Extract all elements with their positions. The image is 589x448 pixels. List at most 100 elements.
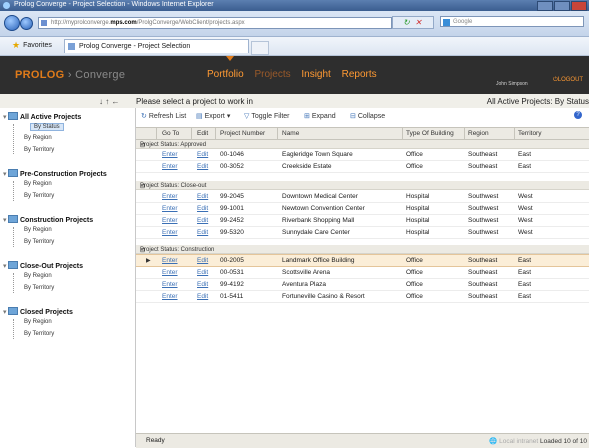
export-button[interactable]: ▤ Export ▾ [196, 112, 230, 120]
table-row[interactable]: Enter Edit 99-5320 Sunnydale Care Center… [136, 227, 589, 239]
tree-item-by-region[interactable]: By Region [24, 135, 52, 141]
edit-link[interactable]: Edit [197, 151, 208, 158]
tree-item-by-territory[interactable]: By Territory [24, 285, 54, 291]
tree-item-by-territory[interactable]: By Territory [24, 331, 54, 337]
cell-territory: East [518, 269, 532, 276]
arrow-left-icon[interactable]: ← [111, 97, 119, 106]
table-row[interactable]: Enter Edit 00-0531 Scottsville Arena Off… [136, 267, 589, 279]
nav-portfolio[interactable]: Portfolio [207, 69, 244, 80]
logout-link[interactable]: ⏻LOGOUT [553, 77, 583, 84]
tree-group-all-active[interactable]: ▾ All Active Projects [3, 112, 81, 121]
enter-link[interactable]: Enter [162, 257, 178, 264]
cell-project-number: 99-1001 [220, 205, 244, 212]
refresh-list-button[interactable]: ↻ Refresh List [141, 112, 186, 120]
cell-project-number: 00-3052 [220, 163, 244, 170]
close-button[interactable] [571, 1, 587, 11]
tree-item-by-territory[interactable]: By Territory [24, 193, 54, 199]
collapse-button[interactable]: ⊟ Collapse [350, 112, 385, 120]
tree-group-close-out[interactable]: ▾ Close-Out Projects [3, 261, 83, 270]
tree-item-by-region[interactable]: By Region [24, 181, 52, 187]
enter-link[interactable]: Enter [162, 217, 178, 224]
cell-name: Eagleridge Town Square [282, 151, 353, 158]
arrow-up-icon[interactable]: ↑ [105, 97, 109, 106]
col-region[interactable]: Region [468, 130, 489, 137]
tree-group-construction[interactable]: ▾ Construction Projects [3, 215, 93, 224]
edit-link[interactable]: Edit [197, 257, 208, 264]
forward-button[interactable] [20, 17, 33, 30]
group-row[interactable]: ⊟ Project Status: Construction [136, 245, 589, 254]
edit-link[interactable]: Edit [197, 205, 208, 212]
enter-link[interactable]: Enter [162, 205, 178, 212]
edit-link[interactable]: Edit [197, 229, 208, 236]
table-row[interactable]: Enter Edit 99-2045 Downtown Medical Cent… [136, 191, 589, 203]
edit-link[interactable]: Edit [197, 193, 208, 200]
app-header: PROLOG › Converge Portfolio Projects Ins… [0, 56, 589, 94]
filter-icon: ▽ [244, 113, 250, 120]
edit-link[interactable]: Edit [197, 163, 208, 170]
enter-link[interactable]: Enter [162, 269, 178, 276]
folder-icon [8, 261, 18, 269]
favorites-button[interactable]: ★ Favorites [12, 41, 52, 50]
search-box[interactable]: Google [440, 16, 584, 27]
table-row[interactable]: Enter Edit 99-4192 Aventura Plaza Office… [136, 279, 589, 291]
tree-item-by-status[interactable]: By Status [30, 123, 64, 131]
folder-icon [8, 112, 18, 120]
help-icon[interactable]: ? [574, 111, 582, 119]
col-type-of-building[interactable]: Type Of Building [406, 130, 454, 137]
minimize-button[interactable] [537, 1, 553, 11]
edit-link[interactable]: Edit [197, 217, 208, 224]
expand-button[interactable]: ⊞ Expand [304, 112, 336, 120]
maximize-button[interactable] [554, 1, 570, 11]
table-row[interactable]: Enter Edit 99-2452 Riverbank Shopping Ma… [136, 215, 589, 227]
group-row[interactable]: ⊟ Project Status: Approved [136, 140, 589, 149]
tree-item-by-territory[interactable]: By Territory [24, 147, 54, 153]
enter-link[interactable]: Enter [162, 151, 178, 158]
tree-group-label: Closed Projects [20, 309, 73, 316]
folder-icon [8, 307, 18, 315]
refresh-icon[interactable]: ↻ [403, 19, 410, 27]
cell-region: Southeast [468, 293, 498, 300]
table-row[interactable]: Enter Edit 00-1046 Eagleridge Town Squar… [136, 149, 589, 161]
col-territory[interactable]: Territory [518, 130, 541, 137]
enter-link[interactable]: Enter [162, 293, 178, 300]
tree-item-by-territory[interactable]: By Territory [24, 239, 54, 245]
enter-link[interactable]: Enter [162, 163, 178, 170]
col-goto[interactable]: Go To [162, 130, 179, 137]
select-project-prompt: Please select a project to work in [136, 97, 253, 106]
enter-link[interactable]: Enter [162, 281, 178, 288]
browser-tab[interactable]: Prolog Converge - Project Selection [64, 39, 249, 53]
tree-item-by-region[interactable]: By Region [24, 319, 52, 325]
table-row-selected[interactable]: ▶ Enter Edit 00-2005 Landmark Office Bui… [136, 254, 589, 267]
export-label: Export [204, 113, 225, 120]
address-path: /ProlgConverge/WebClient/projects.aspx [136, 20, 245, 26]
table-row[interactable]: Enter Edit 99-1001 Newtown Convention Ce… [136, 203, 589, 215]
back-button[interactable] [4, 15, 20, 31]
col-project-number[interactable]: Project Number [220, 130, 265, 137]
nav-projects[interactable]: Projects [254, 69, 290, 80]
main-nav: Portfolio Projects Insight Reports [207, 69, 385, 80]
nav-reports[interactable]: Reports [342, 69, 377, 80]
row-selected-indicator-icon: ▶ [146, 258, 151, 264]
group-row[interactable]: ⊟ Project Status: Close-out [136, 181, 589, 190]
new-tab-button[interactable] [251, 41, 269, 55]
nav-insight[interactable]: Insight [301, 69, 330, 80]
address-field[interactable]: http://myprolconverge.mps.com/ProlgConve… [38, 17, 392, 29]
zone-icon: 🌐 [489, 438, 498, 445]
tree-group-pre-construction[interactable]: ▾ Pre-Construction Projects [3, 169, 107, 178]
col-name[interactable]: Name [282, 130, 299, 137]
stop-icon[interactable]: ✕ [415, 19, 422, 27]
edit-link[interactable]: Edit [197, 269, 208, 276]
toggle-filter-button[interactable]: ▽ Toggle Filter [244, 112, 290, 120]
col-edit[interactable]: Edit [197, 130, 208, 137]
tree-item-by-region[interactable]: By Region [24, 227, 52, 233]
tree-group-closed[interactable]: ▾ Closed Projects [3, 307, 73, 316]
logo-sub: Converge [75, 69, 126, 81]
tree-item-by-region[interactable]: By Region [24, 273, 52, 279]
edit-link[interactable]: Edit [197, 293, 208, 300]
enter-link[interactable]: Enter [162, 229, 178, 236]
table-row[interactable]: Enter Edit 01-5411 Fortuneville Casino &… [136, 291, 589, 303]
edit-link[interactable]: Edit [197, 281, 208, 288]
arrow-down-icon[interactable]: ↓ [99, 97, 103, 106]
enter-link[interactable]: Enter [162, 193, 178, 200]
table-row[interactable]: Enter Edit 00-3052 Creekside Estate Offi… [136, 161, 589, 173]
